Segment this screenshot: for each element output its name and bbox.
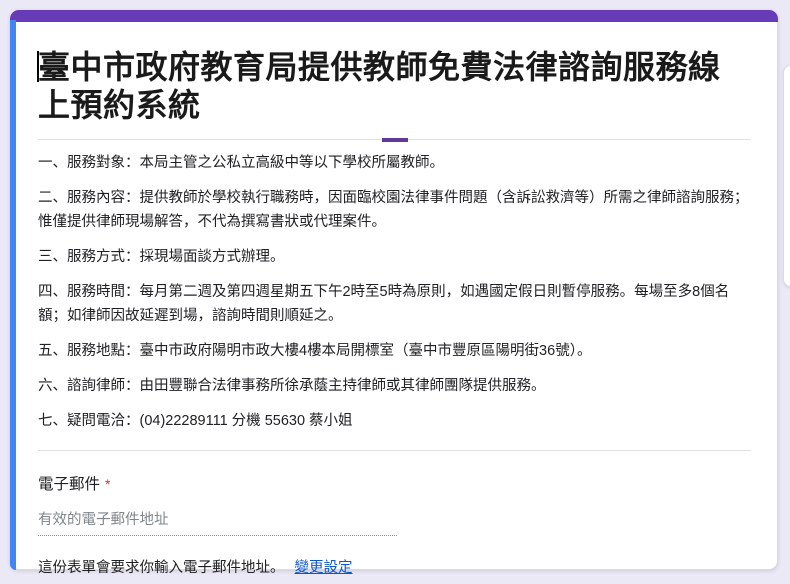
- card-content: 臺中市政府教育局提供教師免費法律諮詢服務線上預約系統 一、服務對象：本局主管之公…: [38, 23, 751, 569]
- theme-accent-bar: [10, 10, 778, 22]
- required-asterisk: *: [105, 476, 110, 492]
- description-paragraph: 一、服務對象：本局主管之公私立高級中等以下學校所屬教師。: [38, 151, 751, 175]
- description-paragraph: 三、服務方式：採現場面談方式辦理。: [38, 245, 751, 269]
- form-title-input[interactable]: 臺中市政府教育局提供教師免費法律諮詢服務線上預約系統: [38, 48, 751, 124]
- description-paragraph: 二、服務內容：提供教師於學校執行職務時，因面臨校園法律事件問題（含訴訟救濟等）所…: [38, 186, 751, 234]
- email-question-block: 電子郵件 * 這份表單會要求你輸入電子郵件地址。變更設定: [38, 472, 751, 577]
- form-header-card[interactable]: 臺中市政府教育局提供教師免費法律諮詢服務線上預約系統 一、服務對象：本局主管之公…: [10, 10, 778, 570]
- title-underline: [38, 139, 751, 140]
- description-paragraph: 五、服務地點：臺中市政府陽明市政大樓4樓本局開標室（臺中市豐原區陽明街36號）。: [38, 339, 751, 363]
- section-divider: [38, 450, 751, 451]
- form-description[interactable]: 一、服務對象：本局主管之公私立高級中等以下學校所屬教師。二、服務內容：提供教師於…: [38, 151, 751, 433]
- card-selected-indicator: [10, 20, 16, 570]
- text-cursor: [37, 51, 39, 82]
- change-settings-link[interactable]: 變更設定: [295, 560, 353, 576]
- page: 臺中市政府教育局提供教師免費法律諮詢服務線上預約系統 一、服務對象：本局主管之公…: [0, 0, 790, 584]
- email-collect-notice: 這份表單會要求你輸入電子郵件地址。: [38, 560, 285, 576]
- description-paragraph: 四、服務時間：每月第二週及第四週星期五下午2時至5時為原則，如遇國定假日則暫停服…: [38, 280, 751, 328]
- description-paragraph: 六、諮詢律師：由田豐聯合法律事務所徐承蔭主持律師或其律師團隊提供服務。: [38, 374, 751, 398]
- email-input[interactable]: [38, 508, 397, 536]
- floating-toolbar-partial[interactable]: [783, 65, 790, 287]
- email-field-label: 電子郵件: [38, 476, 100, 493]
- title-focus-indicator: [382, 138, 408, 142]
- description-paragraph: 七、疑問電洽：(04)22289111 分機 55630 蔡小姐: [38, 409, 751, 433]
